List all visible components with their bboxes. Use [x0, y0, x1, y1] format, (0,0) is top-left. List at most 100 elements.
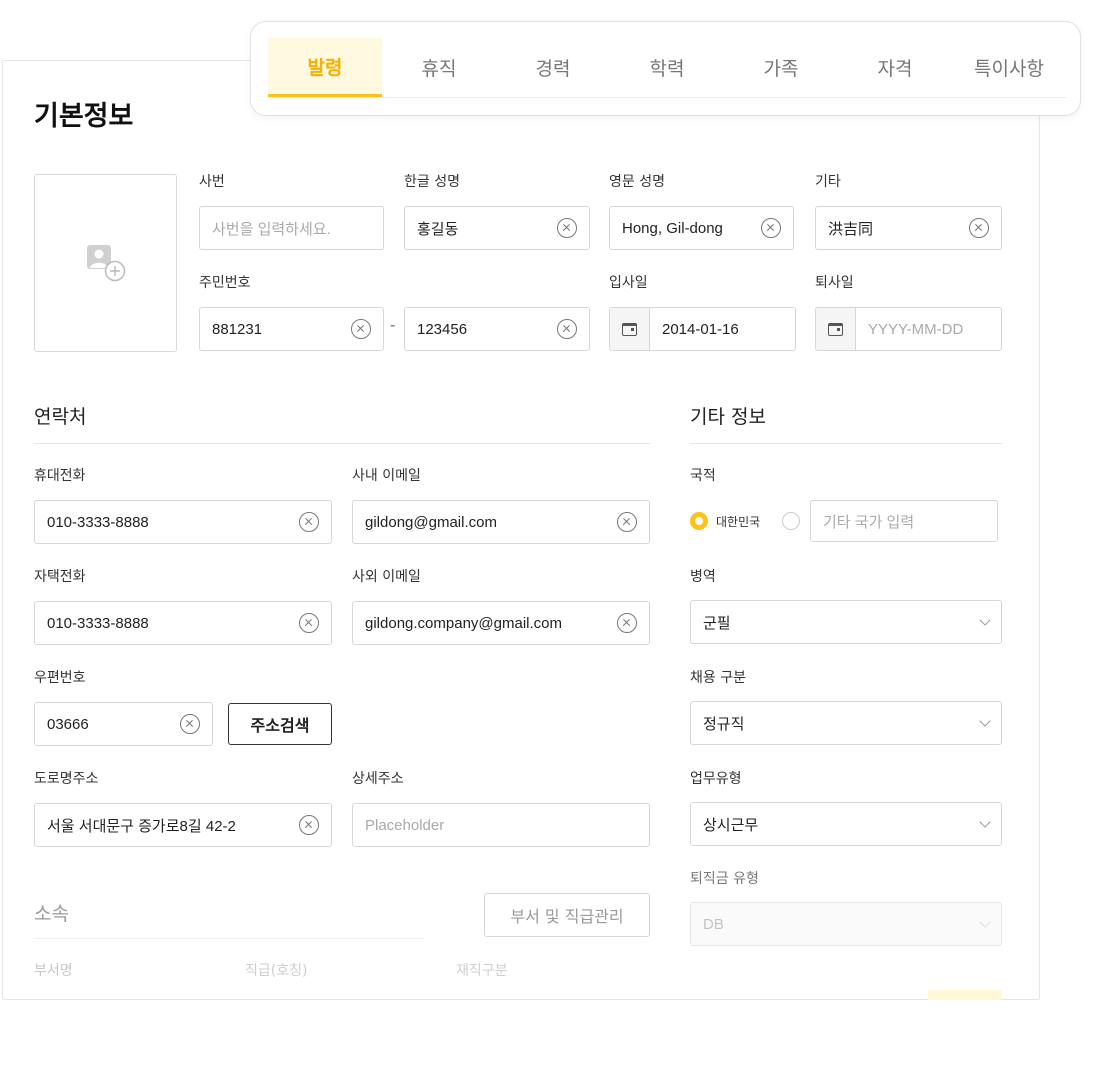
work-type-value: 상시근무: [703, 816, 759, 834]
ext-email-label: 사외 이메일: [352, 569, 421, 585]
english-name-label: 영문 성명: [609, 174, 665, 190]
affiliation-title: 소속: [34, 903, 69, 925]
clear-icon[interactable]: [351, 319, 371, 339]
korean-name-value: 홍길동: [417, 220, 459, 238]
clear-icon[interactable]: [299, 815, 319, 835]
join-date-value: 2014-01-16: [662, 320, 739, 338]
detail-address-placeholder: Placeholder: [365, 816, 445, 834]
work-email-input[interactable]: gildong@gmail.com: [352, 500, 650, 544]
save-button-peek: [928, 990, 1002, 1000]
tab-remarks[interactable]: 특이사항: [952, 38, 1066, 97]
military-label: 병역: [690, 569, 716, 585]
tab-qualification[interactable]: 자격: [838, 38, 952, 97]
tab-career[interactable]: 경력: [496, 38, 610, 97]
work-email-value: gildong@gmail.com: [365, 513, 497, 531]
dept-rank-manage-button[interactable]: 부서 및 직급관리: [484, 893, 650, 937]
rrn-back-value: 123456: [417, 320, 468, 338]
nationality-label: 국적: [690, 468, 716, 484]
road-address-value: 서울 서대문구 증가로8길 42-2: [47, 817, 236, 835]
zip-input[interactable]: 03666: [34, 702, 213, 746]
home-phone-value: 010-3333-8888: [47, 614, 149, 632]
clear-icon[interactable]: [180, 714, 200, 734]
contact-divider: [34, 443, 650, 444]
clear-icon[interactable]: [761, 218, 781, 238]
road-address-input[interactable]: 서울 서대문구 증가로8길 42-2: [34, 803, 332, 847]
chevron-down-icon: [979, 816, 991, 828]
contact-title: 연락처: [34, 406, 87, 428]
tab-education[interactable]: 학력: [610, 38, 724, 97]
severance-value: DB: [703, 915, 724, 933]
col-dept: 부서명: [34, 963, 73, 979]
work-type-select[interactable]: 상시근무: [690, 802, 1002, 846]
severance-select[interactable]: DB: [690, 902, 1002, 946]
work-email-label: 사내 이메일: [352, 468, 421, 484]
other-country-input[interactable]: 기타 국가 입력: [810, 500, 998, 542]
severance-label: 퇴직금 유형: [690, 871, 759, 887]
calendar-icon[interactable]: [816, 308, 856, 350]
korean-name-input[interactable]: 홍길동: [404, 206, 590, 250]
english-name-value: Hong, Gil-dong: [622, 219, 723, 237]
record-tabs: 발령 휴직 경력 학력 가족 자격 특이사항: [250, 21, 1081, 116]
radio-other-country[interactable]: [782, 512, 800, 530]
radio-korea[interactable]: [690, 512, 708, 530]
detail-address-label: 상세주소: [352, 771, 404, 787]
military-value: 군필: [703, 614, 731, 632]
leave-date-placeholder: YYYY-MM-DD: [868, 320, 964, 338]
chevron-down-icon: [979, 916, 991, 928]
join-date-input[interactable]: 2014-01-16: [609, 307, 796, 351]
other-info-title: 기타 정보: [690, 406, 766, 428]
clear-icon[interactable]: [557, 218, 577, 238]
nationality-korea-label: 대한민국: [716, 515, 761, 529]
leave-date-input[interactable]: YYYY-MM-DD: [815, 307, 1002, 351]
address-search-button[interactable]: 주소검색: [228, 703, 332, 745]
rrn-front-input[interactable]: 881231: [199, 307, 384, 351]
clear-icon[interactable]: [617, 512, 637, 532]
home-phone-label: 자택전화: [34, 569, 86, 585]
korean-name-label: 한글 성명: [404, 174, 460, 190]
page-title: 기본정보: [34, 101, 134, 132]
affiliation-divider: [34, 938, 424, 939]
clear-icon[interactable]: [617, 613, 637, 633]
col-rank: 직급(호칭): [245, 963, 308, 979]
clear-icon[interactable]: [299, 613, 319, 633]
emp-no-label: 사번: [199, 174, 225, 190]
tab-appointment[interactable]: 발령: [268, 38, 382, 97]
add-photo-icon: [87, 245, 126, 282]
clear-icon[interactable]: [299, 512, 319, 532]
other-country-placeholder: 기타 국가 입력: [823, 513, 915, 531]
detail-address-input[interactable]: Placeholder: [352, 803, 650, 847]
calendar-icon[interactable]: [610, 308, 650, 350]
chevron-down-icon: [979, 715, 991, 727]
photo-upload[interactable]: [34, 174, 177, 352]
tab-family[interactable]: 가족: [724, 38, 838, 97]
other-info-divider: [690, 443, 1002, 444]
mobile-label: 휴대전화: [34, 468, 86, 484]
military-select[interactable]: 군필: [690, 600, 1002, 644]
ext-email-input[interactable]: gildong.company@gmail.com: [352, 601, 650, 645]
emp-no-input[interactable]: 사번을 입력하세요.: [199, 206, 384, 250]
work-type-label: 업무유형: [690, 771, 742, 787]
tab-bar: 발령 휴직 경력 학력 가족 자격 특이사항: [268, 38, 1066, 98]
ext-email-value: gildong.company@gmail.com: [365, 614, 562, 632]
english-name-input[interactable]: Hong, Gil-dong: [609, 206, 794, 250]
other-name-value: 洪吉同: [828, 220, 874, 238]
clear-icon[interactable]: [557, 319, 577, 339]
rrn-front-value: 881231: [212, 320, 263, 338]
clear-icon[interactable]: [969, 218, 989, 238]
home-phone-input[interactable]: 010-3333-8888: [34, 601, 332, 645]
hire-type-select[interactable]: 정규직: [690, 701, 1002, 745]
other-name-label: 기타: [815, 174, 841, 190]
zip-label: 우편번호: [34, 670, 86, 686]
other-name-input[interactable]: 洪吉同: [815, 206, 1002, 250]
join-date-label: 입사일: [609, 275, 648, 291]
hire-type-value: 정규직: [703, 715, 745, 733]
chevron-down-icon: [979, 614, 991, 626]
mobile-input[interactable]: 010-3333-8888: [34, 500, 332, 544]
rrn-back-input[interactable]: 123456: [404, 307, 590, 351]
rrn-label: 주민번호: [199, 275, 251, 291]
leave-date-label: 퇴사일: [815, 275, 854, 291]
col-status: 재직구분: [456, 963, 508, 979]
hire-type-label: 채용 구분: [690, 670, 746, 686]
mobile-value: 010-3333-8888: [47, 513, 149, 531]
tab-leave[interactable]: 휴직: [382, 38, 496, 97]
